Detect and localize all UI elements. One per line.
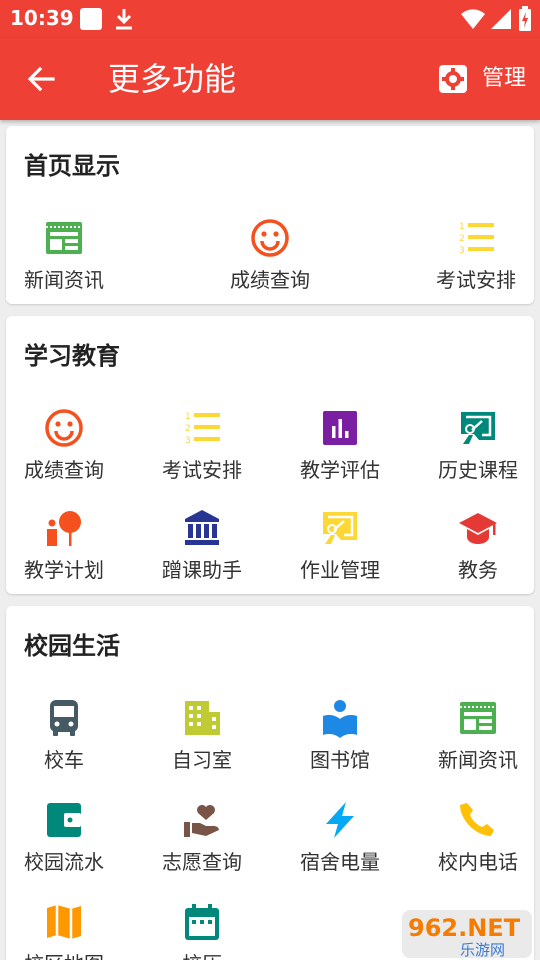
study-item-exams[interactable]: 1 2 3 考试安排 [136, 408, 268, 498]
numbered-list-icon: 1 2 3 [185, 412, 220, 446]
svg-text:3: 3 [459, 246, 465, 256]
chalkboard-icon [461, 412, 495, 444]
life-item-news[interactable]: 新闻资讯 [412, 698, 540, 788]
item-label: 校内电话 [438, 850, 518, 874]
item-label: 校车 [44, 748, 84, 772]
study-item-evaluation[interactable]: 教学评估 [274, 408, 406, 498]
manage-button[interactable]: 管理 [482, 64, 526, 94]
section-title: 首页显示 [24, 152, 120, 180]
svg-text:2: 2 [185, 424, 191, 434]
item-label: 成绩查询 [24, 458, 104, 482]
item-label: 校历 [136, 950, 268, 960]
home-item-exams[interactable]: 1 2 3 考试安排 [410, 218, 540, 308]
life-item-bus[interactable]: 校车 [0, 698, 130, 788]
item-label: 校园流水 [24, 850, 104, 874]
volunteer-heart-icon [184, 805, 219, 837]
smiley-icon [45, 409, 83, 447]
site-watermark-logo: 962.NET 乐游网 [402, 910, 532, 959]
item-label: 考试安排 [436, 268, 516, 292]
study-item-grades[interactable]: 成绩查询 [0, 408, 130, 498]
life-item-campus-map[interactable]: 校区地图 [0, 902, 130, 960]
svg-text:1: 1 [459, 222, 465, 232]
life-item-calendar[interactable]: 校历 [136, 902, 268, 960]
item-label: 成绩查询 [230, 268, 310, 292]
section-title: 学习教育 [24, 342, 120, 370]
item-label: 新闻资讯 [24, 268, 104, 292]
life-item-campus-phone[interactable]: 校内电话 [412, 800, 540, 890]
lightning-icon [326, 802, 354, 838]
chalkboard-icon [323, 512, 357, 544]
home-item-news[interactable]: 新闻资讯 [0, 218, 130, 308]
section-study-education: 学习教育 成绩查询 1 2 3 考试安排 教学评估 历史课程 教学计划 蹭课助手 作… [6, 316, 534, 594]
battery-charging-icon [519, 6, 531, 31]
life-item-dorm-power[interactable]: 宿舍电量 [274, 800, 406, 890]
study-item-audit-assistant[interactable]: 蹭课助手 [136, 508, 268, 598]
item-label: 蹭课助手 [162, 558, 242, 582]
status-bar: 10:39 [0, 0, 540, 38]
item-label: 教学评估 [300, 458, 380, 482]
item-label: 教务 [458, 558, 498, 582]
item-label: 新闻资讯 [438, 748, 518, 772]
home-item-grades[interactable]: 成绩查询 [204, 218, 336, 308]
life-item-volunteer[interactable]: 志愿查询 [136, 800, 268, 890]
study-item-teaching-plan[interactable]: 教学计划 [0, 508, 130, 598]
newspaper-icon [46, 222, 82, 254]
svg-text:1: 1 [185, 412, 191, 422]
back-arrow-icon[interactable] [26, 64, 56, 94]
app-bar: 更多功能 管理 [0, 38, 540, 120]
life-item-study-room[interactable]: 自习室 [136, 698, 268, 788]
status-time: 10:39 [10, 6, 74, 30]
map-icon [47, 905, 81, 939]
graduation-cap-icon [459, 513, 497, 544]
study-item-homework[interactable]: 作业管理 [274, 508, 406, 598]
item-label: 作业管理 [300, 558, 380, 582]
reading-book-icon [323, 700, 357, 738]
item-label: 教学计划 [24, 558, 104, 582]
bus-icon [50, 700, 78, 736]
page-title: 更多功能 [108, 60, 237, 98]
wallet-icon [47, 803, 81, 837]
calendar-icon [185, 904, 219, 940]
wifi-icon [461, 9, 485, 29]
item-label: 自习室 [172, 748, 232, 772]
watermark-subtext: 乐游网 [460, 941, 505, 959]
newspaper-icon [460, 702, 496, 734]
svg-text:3: 3 [185, 436, 191, 446]
study-item-academic-affairs[interactable]: 教务 [412, 508, 540, 598]
signal-icon [491, 9, 511, 29]
notification-square-icon [80, 8, 102, 30]
item-label: 校区地图 [0, 950, 130, 960]
life-item-library[interactable]: 图书馆 [274, 698, 406, 788]
institution-icon [185, 510, 219, 545]
download-icon [116, 9, 132, 30]
study-item-history-courses[interactable]: 历史课程 [412, 408, 540, 498]
bar-chart-icon [323, 411, 357, 445]
item-label: 宿舍电量 [300, 850, 380, 874]
teacher-icon [47, 511, 81, 546]
item-label: 志愿查询 [162, 850, 242, 874]
smiley-icon [251, 219, 289, 257]
svg-text:2: 2 [459, 234, 465, 244]
manage-gear-icon[interactable] [437, 63, 469, 95]
section-title: 校园生活 [24, 632, 120, 660]
numbered-list-icon: 1 2 3 [459, 222, 494, 256]
section-home-display: 首页显示 新闻资讯 成绩查询 1 2 3 考试安排 [6, 126, 534, 304]
item-label: 图书馆 [310, 748, 370, 772]
life-item-transactions[interactable]: 校园流水 [0, 800, 130, 890]
item-label: 历史课程 [438, 458, 518, 482]
building-icon [185, 701, 220, 735]
phone-icon [460, 803, 494, 836]
watermark-text: 962.NET [408, 914, 521, 942]
item-label: 考试安排 [162, 458, 242, 482]
